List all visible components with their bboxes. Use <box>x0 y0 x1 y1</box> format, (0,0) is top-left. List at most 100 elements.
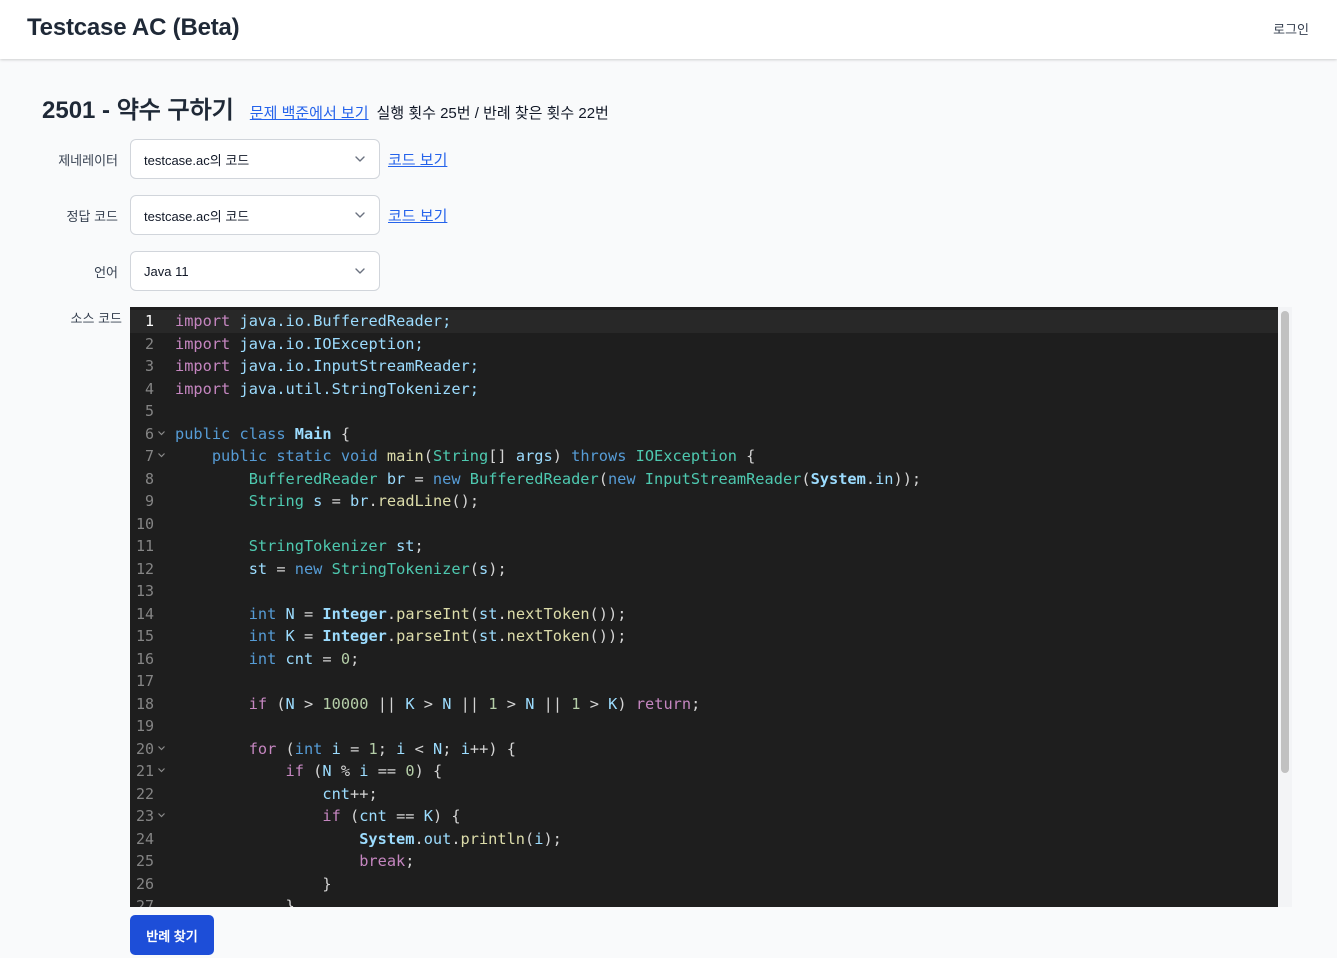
line-number: 19 <box>135 717 154 735</box>
answer-label: 정답 코드 <box>66 209 118 224</box>
line-number: 14 <box>135 604 154 623</box>
code-text: for (int i = 1; i < N; i++) { <box>248 739 516 758</box>
app-brand[interactable]: Testcase AC (Beta) <box>27 14 240 42</box>
line-number: 25 <box>135 852 154 870</box>
code-text: String s = br.readLine(); <box>248 492 480 510</box>
top-navbar: Testcase AC (Beta) 로그인 <box>0 0 1337 59</box>
fold-arrow-icon[interactable] <box>157 766 166 774</box>
line-number: 24 <box>135 829 154 848</box>
code-line[interactable]: 10 <box>130 513 1278 536</box>
line-number: 21 <box>135 762 154 780</box>
code-line[interactable]: 14 int N = Integer.parseInt(st.nextToken… <box>130 603 1278 626</box>
code-text: st = new StringTokenizer(s); <box>248 559 507 578</box>
code-line[interactable]: 9 String s = br.readLine(); <box>130 490 1278 513</box>
editor-scrollbar-thumb[interactable] <box>1281 311 1289 773</box>
fold-arrow-icon[interactable] <box>157 811 166 819</box>
code-text: int K = Integer.parseInt(st.nextToken())… <box>248 627 627 645</box>
code-line[interactable]: 20 for (int i = 1; i < N; i++) { <box>130 738 1278 761</box>
code-line[interactable]: 7 public static void main(String[] args)… <box>130 445 1278 468</box>
line-number: 7 <box>144 447 154 465</box>
fold-arrow-icon[interactable] <box>157 451 166 459</box>
code-line[interactable]: 18 if (N > 10000 || K > N || 1 > N || 1 … <box>130 693 1278 716</box>
code-line[interactable]: 23 if (cnt == K) { <box>130 805 1278 828</box>
generator-select[interactable]: testcase.ac의 코드 <box>130 139 380 179</box>
line-number: 22 <box>135 784 154 803</box>
code-text: if (N % i == 0) { <box>285 762 443 780</box>
code-line[interactable]: 12 st = new StringTokenizer(s); <box>130 558 1278 581</box>
fold-arrow-icon[interactable] <box>157 744 166 752</box>
code-line[interactable]: 22 cnt++; <box>130 783 1278 806</box>
code-text: } <box>322 874 332 893</box>
line-number: 13 <box>135 582 154 600</box>
code-line[interactable]: 21 if (N % i == 0) { <box>130 760 1278 783</box>
line-number: 10 <box>135 514 154 533</box>
line-number: 27 <box>135 897 154 907</box>
code-text: public static void main(String[] args) t… <box>211 447 756 465</box>
run-stats: 실행 횟수 25번 / 반례 찾은 횟수 22번 <box>376 105 609 122</box>
editor-scrollbar[interactable] <box>1278 307 1292 907</box>
line-number: 1 <box>144 312 154 330</box>
generator-select-value: testcase.ac의 코드 <box>144 152 250 168</box>
code-line[interactable]: 25 break; <box>130 850 1278 873</box>
line-number: 11 <box>135 537 154 555</box>
code-line[interactable]: 3 import java.io.InputStreamReader; <box>130 355 1278 378</box>
line-number: 18 <box>135 694 154 713</box>
problem-link[interactable]: 문제 백준에서 보기 <box>250 102 369 123</box>
code-line[interactable]: 5 <box>130 400 1278 423</box>
line-number: 2 <box>144 334 154 353</box>
code-text: public class Main { <box>175 424 351 443</box>
language-select-value: Java 11 <box>144 263 189 279</box>
code-line[interactable]: 8 BufferedReader br = new BufferedReader… <box>130 468 1278 491</box>
code-line[interactable]: 19 <box>130 715 1278 738</box>
chevron-down-icon <box>355 268 365 274</box>
answer-select[interactable]: testcase.ac의 코드 <box>130 195 380 235</box>
code-line[interactable]: 24 System.out.println(i); <box>130 828 1278 851</box>
chevron-down-icon <box>355 212 365 218</box>
code-text: import java.io.BufferedReader; <box>175 312 452 330</box>
fold-arrow-icon[interactable] <box>157 429 166 437</box>
generator-label: 제네레이터 <box>58 153 118 168</box>
code-text: cnt++; <box>322 784 378 803</box>
code-text: BufferedReader br = new BufferedReader(n… <box>248 469 922 488</box>
line-number: 16 <box>135 649 154 668</box>
answer-select-value: testcase.ac의 코드 <box>144 208 250 224</box>
line-number: 23 <box>135 807 154 825</box>
source-label: 소스 코드 <box>70 311 122 326</box>
code-text: System.out.println(i); <box>359 829 562 848</box>
code-line[interactable]: 2 import java.io.IOException; <box>130 333 1278 356</box>
line-number: 17 <box>135 672 154 690</box>
code-line[interactable]: 26 } <box>130 873 1278 896</box>
problem-header: 2501 - 약수 구하기 문제 백준에서 보기 실행 횟수 25번 / 반례 … <box>42 90 609 124</box>
language-select[interactable]: Java 11 <box>130 251 380 291</box>
login-link[interactable]: 로그인 <box>1273 19 1309 38</box>
code-text: break; <box>359 852 415 870</box>
answer-code-link[interactable]: 코드 보기 <box>388 205 447 226</box>
code-text: StringTokenizer st; <box>248 537 424 555</box>
code-line[interactable]: 6 public class Main { <box>130 423 1278 446</box>
code-line[interactable]: 13 <box>130 580 1278 603</box>
code-text: import java.util.StringTokenizer; <box>175 379 479 398</box>
line-number: 15 <box>135 627 154 645</box>
language-label: 언어 <box>94 265 118 280</box>
line-number: 12 <box>135 559 154 578</box>
code-editor[interactable]: 1 import java.io.BufferedReader; 2 import j… <box>130 307 1278 907</box>
generator-code-link[interactable]: 코드 보기 <box>388 149 447 170</box>
line-number: 5 <box>144 402 154 420</box>
code-line[interactable]: 17 <box>130 670 1278 693</box>
code-line[interactable]: 16 int cnt = 0; <box>130 648 1278 671</box>
chevron-down-icon <box>355 156 365 162</box>
line-number: 3 <box>144 357 154 375</box>
code-line[interactable]: 1 import java.io.BufferedReader; <box>130 310 1278 333</box>
code-line[interactable]: 11 StringTokenizer st; <box>130 535 1278 558</box>
code-line[interactable]: 4 import java.util.StringTokenizer; <box>130 378 1278 401</box>
code-line[interactable]: 15 int K = Integer.parseInt(st.nextToken… <box>130 625 1278 648</box>
line-number: 26 <box>135 874 154 893</box>
line-number: 9 <box>144 492 154 510</box>
code-text: if (N > 10000 || K > N || 1 > N || 1 > K… <box>248 694 701 713</box>
line-number: 8 <box>144 469 154 488</box>
code-text: import java.io.InputStreamReader; <box>175 357 479 375</box>
find-counterexample-button[interactable]: 반례 찾기 <box>130 915 214 955</box>
code-line[interactable]: 27 } <box>130 895 1278 907</box>
code-text: } <box>285 897 295 907</box>
code-text: int N = Integer.parseInt(st.nextToken())… <box>248 604 627 623</box>
